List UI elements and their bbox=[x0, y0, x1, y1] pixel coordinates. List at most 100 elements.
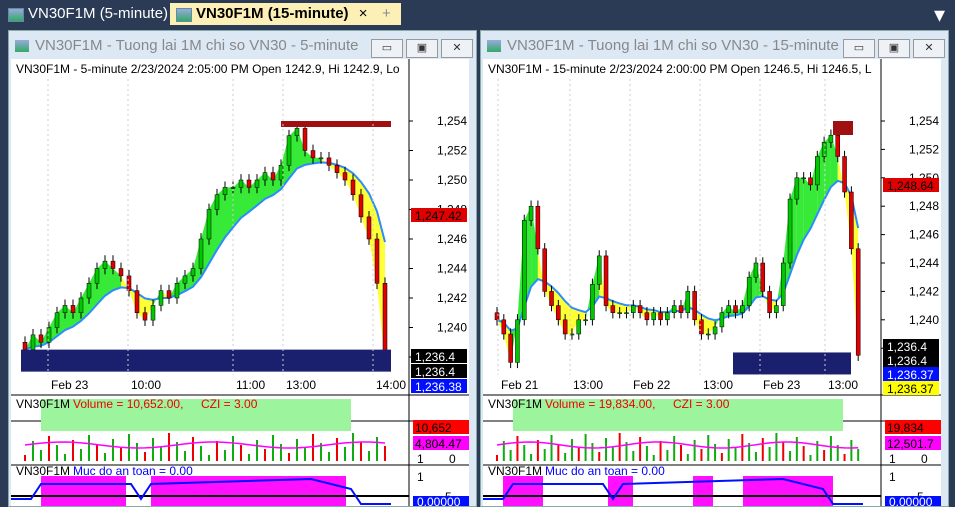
candle bbox=[549, 291, 554, 306]
candle bbox=[644, 312, 650, 321]
candle bbox=[508, 333, 513, 363]
candle bbox=[583, 319, 588, 322]
candle bbox=[494, 312, 500, 321]
time-tick: 14:00 bbox=[376, 378, 406, 392]
candle bbox=[22, 342, 28, 350]
candle bbox=[198, 238, 204, 269]
candle bbox=[590, 284, 595, 321]
candle bbox=[569, 333, 575, 336]
maximize-button[interactable]: ▣ bbox=[406, 39, 438, 58]
candle bbox=[610, 305, 616, 313]
candle bbox=[528, 205, 534, 221]
price-tick: 1,252 bbox=[437, 144, 467, 158]
window-title: VN30F1M - Tuong lai 1M chi so VN30 - 15-… bbox=[507, 37, 839, 54]
tab-label: VN30F1M (15-minute) bbox=[196, 5, 349, 22]
close-tab-icon[interactable]: × bbox=[359, 5, 368, 22]
safety-tick: 1 bbox=[889, 470, 896, 484]
price-label: 1,236.38 bbox=[415, 380, 462, 394]
candle bbox=[30, 334, 36, 350]
candle bbox=[318, 157, 324, 160]
tab-5-minute[interactable]: VN30F1M (5-minute) bbox=[2, 3, 188, 25]
candle bbox=[86, 283, 92, 299]
czi-label: CZI = 3.00 bbox=[673, 397, 730, 411]
chart-icon bbox=[8, 8, 24, 22]
candle bbox=[849, 191, 854, 250]
candle bbox=[342, 172, 348, 181]
volume-tag: 12,501.7 bbox=[887, 437, 934, 451]
info-line: VN30F1M - 5-minute 2/23/2024 2:05:00 PM … bbox=[16, 62, 400, 76]
volume-title: VN30F1M bbox=[16, 397, 70, 411]
candle bbox=[374, 238, 380, 284]
chart-window-5-minute: VN30F1M - Tuong lai 1M chi so VN30 - 5-m… bbox=[8, 30, 477, 507]
time-tick: 10:00 bbox=[131, 378, 161, 392]
candle bbox=[637, 305, 643, 313]
candle bbox=[699, 319, 704, 335]
chart-area[interactable]: VN30F1M - 15-minute 2/23/2024 2:00:00 PM… bbox=[483, 59, 941, 506]
time-tick: Feb 22 bbox=[633, 378, 671, 392]
candle bbox=[246, 179, 252, 188]
price-label: 1,236.4 bbox=[415, 350, 455, 364]
support-band bbox=[733, 352, 851, 375]
volume-ma-line bbox=[24, 441, 386, 449]
price-label: 1,247.42 bbox=[415, 209, 462, 223]
candle bbox=[326, 157, 332, 166]
volume-tick: 0 bbox=[921, 452, 928, 466]
price-label: 1,248.64 bbox=[887, 179, 934, 193]
safety-label: Muc do an toan = 0.00 bbox=[73, 464, 193, 478]
candle bbox=[522, 220, 527, 321]
candle bbox=[214, 194, 220, 210]
minimize-button[interactable]: ▭ bbox=[843, 39, 875, 58]
dropdown-icon[interactable]: ▾ bbox=[934, 2, 945, 28]
candle bbox=[753, 262, 759, 278]
candle bbox=[617, 312, 622, 314]
candle bbox=[262, 172, 268, 181]
candle bbox=[780, 262, 786, 306]
minimize-button[interactable]: ▭ bbox=[371, 39, 403, 58]
candle bbox=[801, 177, 806, 180]
close-button[interactable]: ✕ bbox=[913, 39, 945, 58]
close-button[interactable]: ✕ bbox=[441, 39, 473, 58]
price-tick: 1,250 bbox=[437, 173, 467, 187]
candle bbox=[678, 305, 684, 313]
volume-label: Volume = 10,652.00, bbox=[73, 397, 183, 411]
tab-15-minute[interactable]: VN30F1M (15-minute) × bbox=[170, 3, 401, 25]
maximize-button[interactable]: ▣ bbox=[878, 39, 910, 58]
safety-title: VN30F1M bbox=[488, 464, 542, 478]
candle bbox=[835, 134, 840, 157]
safety-block bbox=[608, 476, 633, 506]
candle bbox=[254, 179, 260, 188]
candle bbox=[596, 255, 602, 285]
candle bbox=[118, 268, 124, 277]
window-title: VN30F1M - Tuong lai 1M chi so VN30 - 5-m… bbox=[35, 37, 359, 54]
candle bbox=[733, 305, 738, 313]
price-tick: 1,246 bbox=[437, 232, 467, 246]
candle bbox=[671, 305, 677, 313]
volume-tag: 4,804.47 bbox=[415, 437, 462, 451]
candle bbox=[535, 205, 541, 250]
candle bbox=[286, 135, 292, 166]
candle bbox=[515, 319, 520, 363]
chart-svg: VN30F1M - 5-minute 2/23/2024 2:05:00 PM … bbox=[11, 59, 469, 506]
price-tick: 1,252 bbox=[909, 142, 939, 156]
resistance-band bbox=[833, 121, 853, 135]
candle bbox=[238, 179, 244, 188]
price-tick: 1,240 bbox=[909, 313, 939, 327]
candle bbox=[774, 305, 779, 313]
volume-label: Volume = 19,834.00, bbox=[545, 397, 655, 411]
candle bbox=[278, 165, 284, 181]
info-line: VN30F1M - 15-minute 2/23/2024 2:00:00 PM… bbox=[488, 62, 872, 76]
candle bbox=[158, 290, 164, 306]
candle bbox=[190, 268, 196, 277]
tab-bar: VN30F1M (5-minute) VN30F1M (15-minute) ×… bbox=[0, 0, 955, 28]
candle bbox=[182, 275, 188, 284]
candle bbox=[102, 260, 108, 269]
candle bbox=[726, 305, 731, 313]
chart-area[interactable]: VN30F1M - 5-minute 2/23/2024 2:05:00 PM … bbox=[11, 59, 469, 506]
candle bbox=[760, 262, 766, 292]
add-tab-button[interactable]: + bbox=[378, 3, 391, 25]
candle bbox=[166, 290, 172, 299]
chart-icon bbox=[176, 8, 192, 22]
candle bbox=[150, 305, 156, 321]
candle bbox=[366, 216, 372, 240]
volume-tick: 1 bbox=[417, 452, 424, 466]
